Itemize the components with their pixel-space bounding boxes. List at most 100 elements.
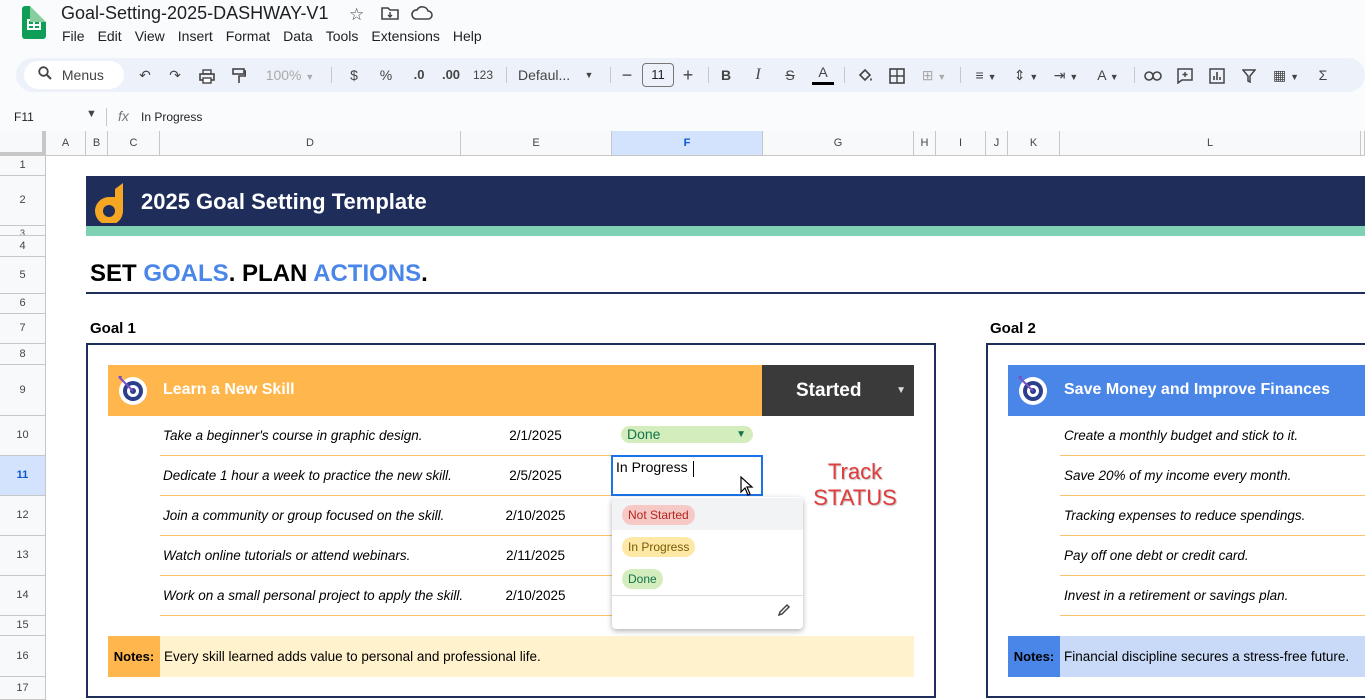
- functions-icon[interactable]: Σ: [1312, 58, 1334, 92]
- row-header-1[interactable]: 1: [0, 156, 46, 176]
- goal1-status-dropdown[interactable]: Started ▼: [762, 365, 914, 416]
- row-header-9[interactable]: 9: [0, 365, 46, 416]
- row-header-2[interactable]: 2: [0, 176, 46, 226]
- row-header-15[interactable]: 15: [0, 616, 46, 636]
- column-header-m[interactable]: [1361, 131, 1365, 156]
- target-icon: [116, 374, 148, 406]
- more-formats-button[interactable]: 123: [470, 58, 496, 92]
- menu-data[interactable]: Data: [283, 28, 320, 44]
- insert-chart-icon[interactable]: [1206, 58, 1228, 92]
- row-header-14[interactable]: 14: [0, 576, 46, 616]
- merge-cells-icon[interactable]: ⊞ ▼: [918, 58, 950, 92]
- row-header-10[interactable]: 10: [0, 416, 46, 456]
- column-header-b[interactable]: B: [86, 131, 108, 156]
- row-header-3[interactable]: 3: [0, 226, 46, 236]
- text-rotation-icon[interactable]: A ▼: [1092, 58, 1124, 92]
- currency-format-button[interactable]: $: [344, 58, 364, 92]
- column-header-d[interactable]: D: [160, 131, 461, 156]
- bold-icon[interactable]: B: [716, 58, 736, 92]
- vertical-align-icon[interactable]: ⇕ ▼: [1010, 58, 1042, 92]
- text-wrapping-icon[interactable]: ⇥ ▼: [1050, 58, 1082, 92]
- row-divider: [1060, 575, 1365, 576]
- menu-insert[interactable]: Insert: [178, 28, 220, 44]
- goal2-label: Goal 2: [990, 320, 1036, 337]
- italic-icon[interactable]: I: [748, 58, 768, 92]
- fill-color-icon[interactable]: [854, 58, 876, 92]
- undo-icon[interactable]: ↶: [134, 58, 156, 92]
- task-status-chip[interactable]: Done ▼: [621, 426, 753, 443]
- insert-link-icon[interactable]: [1142, 58, 1164, 92]
- menu-view[interactable]: View: [135, 28, 172, 44]
- row-header-11[interactable]: 11: [0, 456, 46, 496]
- formula-input[interactable]: In Progress: [141, 110, 202, 124]
- star-icon[interactable]: ☆: [349, 5, 364, 25]
- dropdown-option-done[interactable]: Done: [612, 562, 803, 594]
- row-header-16[interactable]: 16: [0, 636, 46, 677]
- menu-help[interactable]: Help: [453, 28, 489, 44]
- column-header-j[interactable]: J: [986, 131, 1008, 156]
- text-color-icon[interactable]: A: [812, 58, 834, 92]
- column-header-i[interactable]: I: [936, 131, 986, 156]
- toolbar-divider: [506, 67, 507, 83]
- slogan-heading: SET GOALS. PLAN ACTIONS.: [90, 260, 428, 287]
- row-header-17[interactable]: 17: [0, 677, 46, 700]
- dropdown-option-not-started[interactable]: Not Started: [612, 498, 803, 530]
- decrease-font-size-button[interactable]: −: [618, 58, 636, 92]
- row-header-8[interactable]: 8: [0, 344, 46, 365]
- target-icon: [1016, 374, 1048, 406]
- dropdown-option-in-progress[interactable]: In Progress: [612, 530, 803, 562]
- row-header-6[interactable]: 6: [0, 294, 46, 314]
- table-views-icon[interactable]: ▦ ▼: [1268, 58, 1304, 92]
- increase-decimal-button[interactable]: .00: [438, 58, 464, 92]
- document-title[interactable]: Goal-Setting-2025-DASHWAY-V1: [61, 3, 328, 24]
- search-menus-button[interactable]: Menus: [24, 61, 124, 89]
- edit-pencil-icon[interactable]: [777, 603, 791, 621]
- row-header-13[interactable]: 13: [0, 536, 46, 576]
- column-header-g[interactable]: G: [763, 131, 914, 156]
- goal1-notes: Every skill learned adds value to person…: [160, 636, 914, 677]
- column-header-e[interactable]: E: [461, 131, 612, 156]
- row-header-7[interactable]: 7: [0, 314, 46, 344]
- print-icon[interactable]: [196, 58, 218, 92]
- filter-icon[interactable]: [1238, 58, 1260, 92]
- menu-format[interactable]: Format: [226, 28, 277, 44]
- column-header-a[interactable]: A: [46, 131, 86, 156]
- chevron-down-icon[interactable]: ▼: [86, 108, 97, 120]
- toolbar: Menus ↶ ↷ 100% ▼ $ % .0 .00 123 Defaul..…: [16, 58, 1365, 92]
- row-header-4[interactable]: 4: [0, 236, 46, 257]
- menu-extensions[interactable]: Extensions: [371, 28, 446, 44]
- column-header-l[interactable]: L: [1060, 131, 1361, 156]
- dropdown-caret-icon: ▼: [896, 385, 906, 396]
- slogan-underline: [86, 292, 1365, 294]
- decrease-decimal-button[interactable]: .0: [406, 58, 432, 92]
- borders-icon[interactable]: [886, 58, 908, 92]
- row-divider: [1060, 615, 1365, 616]
- percent-format-button[interactable]: %: [376, 58, 396, 92]
- insert-comment-icon[interactable]: [1174, 58, 1196, 92]
- row-header-5[interactable]: 5: [0, 257, 46, 294]
- increase-font-size-button[interactable]: +: [678, 58, 698, 92]
- column-header-k[interactable]: K: [1008, 131, 1060, 156]
- row-header-12[interactable]: 12: [0, 496, 46, 536]
- move-folder-icon[interactable]: [381, 5, 399, 26]
- strikethrough-icon[interactable]: S: [780, 58, 800, 92]
- goal2-task: Tracking expenses to reduce spendings.: [1064, 508, 1306, 523]
- menu-file[interactable]: File: [62, 28, 92, 44]
- paint-format-icon[interactable]: [228, 58, 250, 92]
- column-header-f[interactable]: F: [612, 131, 763, 156]
- goal2-task: Pay off one debt or credit card.: [1064, 548, 1249, 563]
- redo-icon[interactable]: ↷: [164, 58, 186, 92]
- menu-edit[interactable]: Edit: [98, 28, 129, 44]
- name-box[interactable]: F11: [14, 110, 34, 124]
- goal1-task: Join a community or group focused on the…: [163, 508, 445, 523]
- column-header-h[interactable]: H: [914, 131, 936, 156]
- row-divider: [160, 575, 612, 576]
- column-header-c[interactable]: C: [108, 131, 160, 156]
- sheets-logo-icon[interactable]: [22, 6, 46, 39]
- horizontal-align-icon[interactable]: ≡ ▼: [970, 58, 1002, 92]
- font-size-input[interactable]: 11: [642, 63, 674, 87]
- menu-tools[interactable]: Tools: [326, 28, 366, 44]
- zoom-select[interactable]: 100% ▼: [260, 58, 320, 92]
- select-all-corner[interactable]: [0, 131, 46, 156]
- cloud-saved-icon[interactable]: [411, 5, 433, 26]
